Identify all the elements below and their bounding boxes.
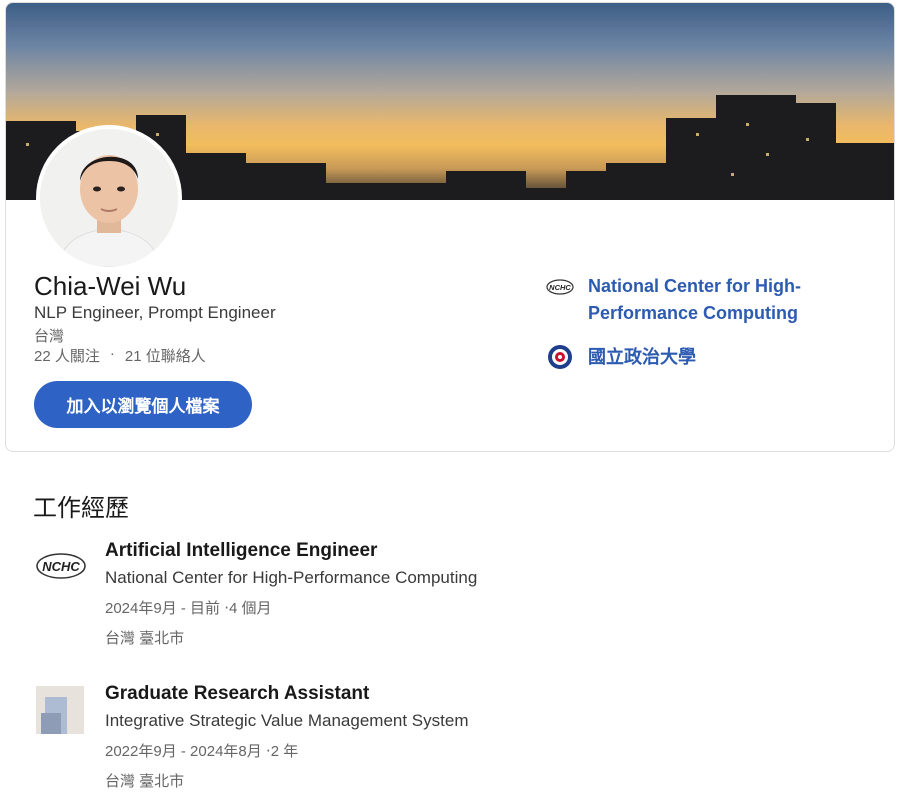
job-location: 台灣 臺北市 [105, 773, 185, 790]
profile-card: Chia-Wei Wu NLP Engineer, Prompt Enginee… [5, 2, 895, 452]
followers-count: 22 人關注 [34, 348, 100, 365]
org-link-nchc[interactable]: NCHC National Center for High- Performanc… [546, 273, 866, 327]
nchc-logo-text: NCHC [549, 283, 571, 292]
job-title: Graduate Research Assistant [105, 683, 370, 704]
job-dates: 2024年9月 - 目前 ‧4 個月 [105, 600, 272, 617]
org-name-line-2: Performance Computing [588, 303, 799, 323]
profile-location: 台灣 [34, 328, 65, 345]
profile-name: Chia-Wei Wu [34, 271, 187, 301]
connections-count: 21 位聯絡人 [124, 348, 206, 365]
job-dates: 2022年9月 - 2024年8月 ‧2 年 [105, 743, 299, 760]
company-name: National Center for High-Performance Com… [105, 568, 478, 587]
stats-separator: · [109, 345, 115, 362]
company-name: Integrative Strategic Value Management S… [105, 711, 469, 730]
nchc-logo-icon: NCHC [546, 273, 574, 301]
nchc-logo-icon: NCHC [33, 540, 89, 596]
job-title: Artificial Intelligence Engineer [105, 540, 378, 561]
company-placeholder-icon [33, 683, 89, 739]
org-link-nccu[interactable]: 國立政治大學 [546, 343, 696, 371]
experience-section-title: 工作經歷 [33, 495, 129, 522]
org-name: National Center for High- Performance Com… [588, 273, 801, 327]
network-stats: 22 人關注 · 21 位聯絡人 [34, 345, 206, 366]
profile-avatar[interactable] [36, 125, 182, 271]
org-name: 國立政治大學 [588, 347, 696, 367]
profile-headline: NLP Engineer, Prompt Engineer [34, 303, 276, 322]
job-location: 台灣 臺北市 [105, 630, 185, 647]
nchc-logo-text: NCHC [42, 559, 80, 574]
join-to-view-profile-button[interactable]: 加入以瀏覽個人檔案 [34, 381, 252, 428]
nccu-seal-icon [546, 343, 574, 371]
org-name-line-1: National Center for High- [588, 276, 802, 296]
